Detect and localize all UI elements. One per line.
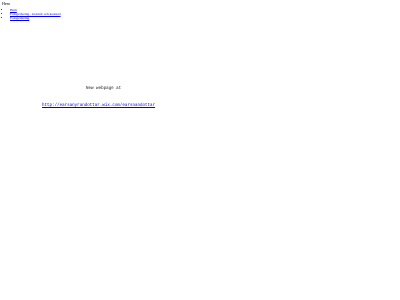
nav-list: Hem Fotografering - kvarnår och kostnad … — [4, 8, 61, 20]
nav-link-photography[interactable]: Fotografering — [10, 16, 29, 20]
page-title: Hem — [2, 1, 10, 6]
new-webpage-link[interactable]: http://earsanyrandottar.wix.com/earsnand… — [42, 103, 155, 109]
new-webpage-notice: New webpage at — [86, 87, 122, 91]
nav-item-photography: Fotografering — [10, 16, 61, 20]
